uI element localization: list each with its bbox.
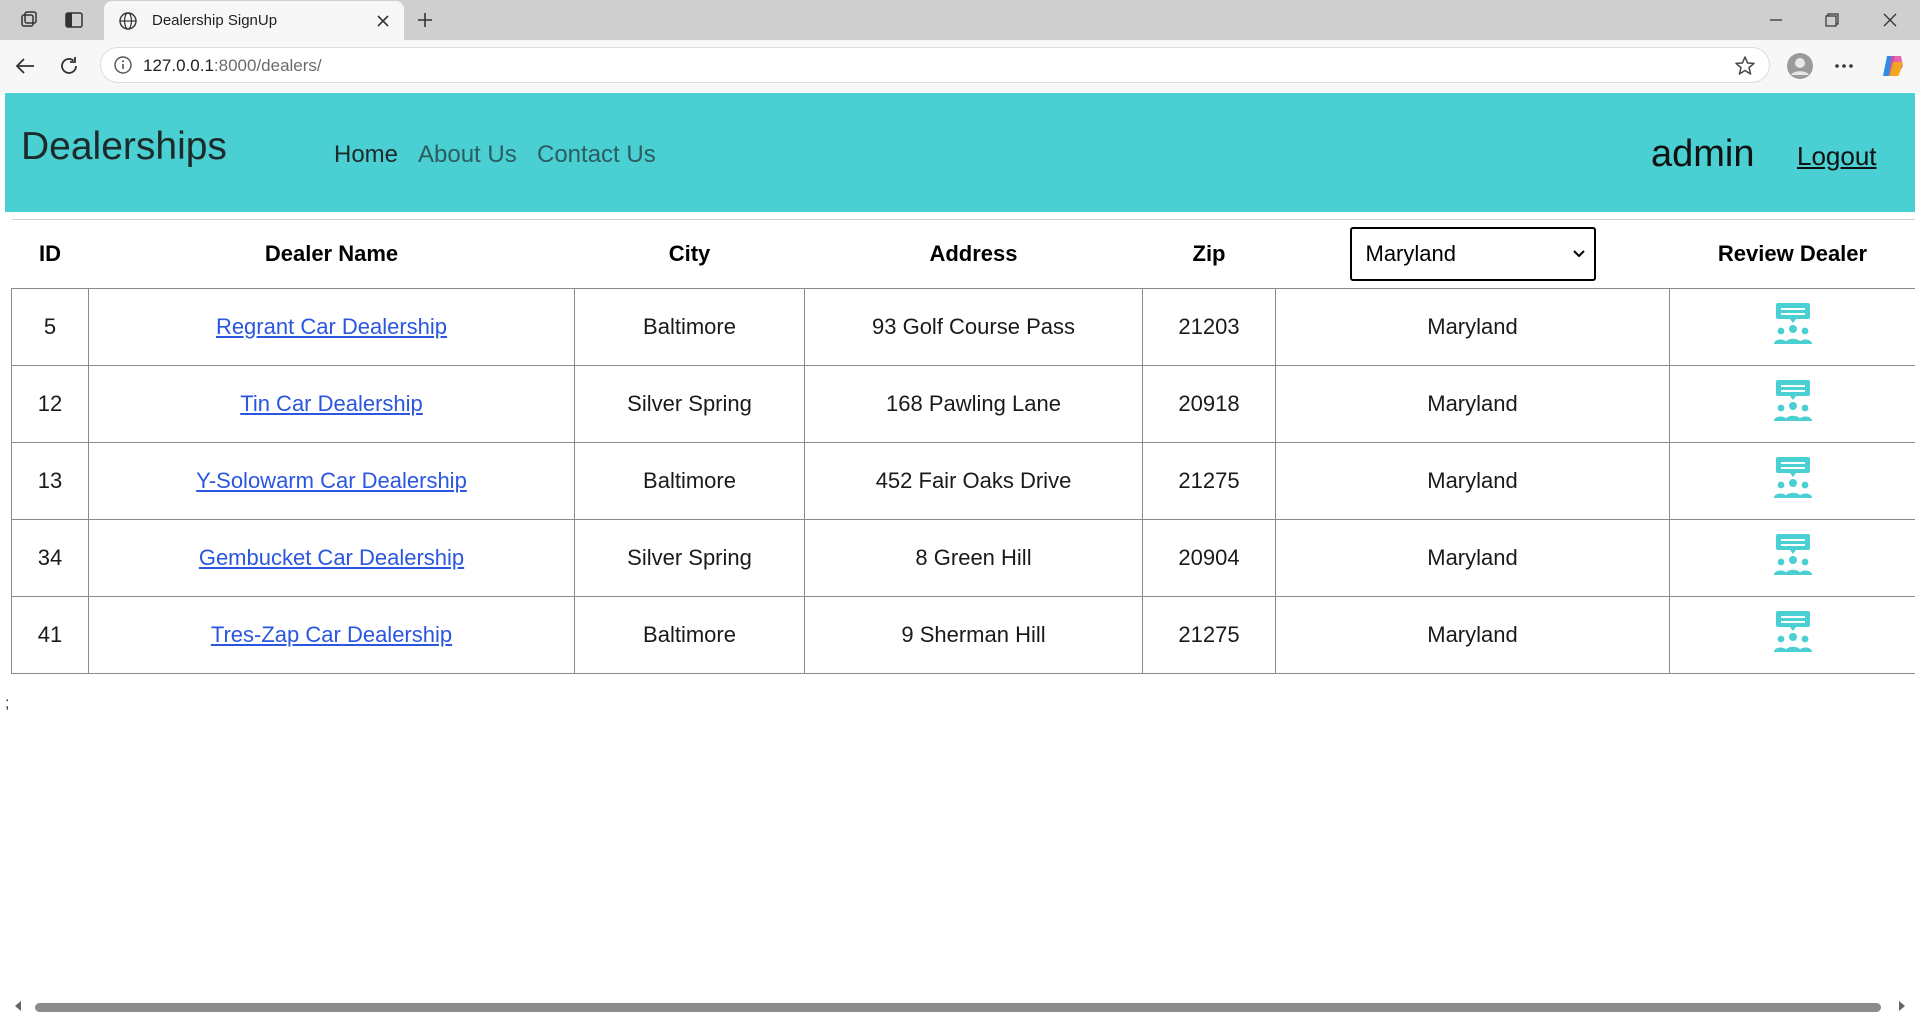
state-filter-select[interactable]: Maryland — [1349, 227, 1596, 281]
active-tab[interactable]: Dealership SignUp — [104, 1, 404, 40]
cell-id: 34 — [11, 519, 89, 597]
header-review-dealer: Review Dealer — [1669, 219, 1915, 289]
browser-tab-bar: Dealership SignUp — [0, 0, 1920, 40]
review-people-icon[interactable] — [1772, 302, 1814, 346]
cell-address: 452 Fair Oaks Drive — [804, 442, 1143, 520]
state-filter-value: Maryland — [1365, 241, 1456, 266]
review-people-icon[interactable] — [1772, 533, 1814, 577]
cell-address: 168 Pawling Lane — [804, 365, 1143, 443]
header-state-filter-cell: Maryland — [1275, 219, 1670, 289]
table-row: 13 Y-Solowarm Car Dealership Baltimore 4… — [11, 442, 1915, 520]
header-id: ID — [11, 219, 89, 289]
nav-about-link[interactable]: About Us — [418, 141, 517, 169]
url-path: :8000/dealers/ — [213, 56, 322, 75]
table-row: 12 Tin Car Dealership Silver Spring 168 … — [11, 365, 1915, 443]
scroll-right-arrow-icon[interactable] — [1897, 1000, 1907, 1012]
header-zip: Zip — [1142, 219, 1276, 289]
logout-link[interactable]: Logout — [1797, 141, 1877, 172]
cell-zip: 21203 — [1142, 288, 1276, 366]
address-bar[interactable]: 127.0.0.1:8000/dealers/ — [100, 47, 1770, 83]
dealer-link[interactable]: Tres-Zap Car Dealership — [211, 622, 452, 647]
header-city: City — [574, 219, 805, 289]
more-options-icon[interactable] — [1827, 49, 1861, 83]
cell-id: 12 — [11, 365, 89, 443]
review-people-icon[interactable] — [1772, 379, 1814, 423]
cell-city: Baltimore — [574, 596, 805, 674]
cell-state: Maryland — [1275, 365, 1670, 443]
scroll-left-arrow-icon[interactable] — [13, 1000, 23, 1012]
minimize-icon[interactable] — [1748, 0, 1804, 40]
cell-review — [1669, 442, 1915, 520]
close-window-icon[interactable] — [1862, 0, 1918, 40]
vertical-tabs-icon[interactable] — [58, 6, 90, 34]
site-info-icon[interactable] — [113, 55, 133, 75]
reload-icon[interactable] — [52, 49, 86, 83]
horizontal-scrollbar[interactable] — [5, 997, 1915, 1015]
chevron-down-icon — [1572, 250, 1585, 258]
cell-state: Maryland — [1275, 288, 1670, 366]
cell-zip: 21275 — [1142, 596, 1276, 674]
nav-home-link[interactable]: Home — [334, 141, 398, 169]
cell-state: Maryland — [1275, 442, 1670, 520]
cell-dealer-name: Regrant Car Dealership — [88, 288, 575, 366]
dealer-link[interactable]: Gembucket Car Dealership — [199, 545, 464, 570]
dealer-link[interactable]: Regrant Car Dealership — [216, 314, 447, 339]
cell-address: 8 Green Hill — [804, 519, 1143, 597]
site-navbar: Dealerships Home About Us Contact Us adm… — [5, 93, 1915, 212]
cell-city: Baltimore — [574, 442, 805, 520]
stray-text: ; — [5, 695, 10, 712]
cell-dealer-name: Y-Solowarm Car Dealership — [88, 442, 575, 520]
favorite-star-icon[interactable] — [1733, 54, 1757, 78]
cell-review — [1669, 288, 1915, 366]
cell-review — [1669, 596, 1915, 674]
dealers-table: ID Dealer Name City Address Zip Maryland… — [11, 219, 1915, 674]
cell-zip: 20904 — [1142, 519, 1276, 597]
cell-review — [1669, 365, 1915, 443]
cell-review — [1669, 519, 1915, 597]
dealer-link[interactable]: Tin Car Dealership — [240, 391, 423, 416]
table-row: 34 Gembucket Car Dealership Silver Sprin… — [11, 519, 1915, 597]
workspaces-icon[interactable] — [14, 6, 46, 34]
review-people-icon[interactable] — [1772, 456, 1814, 500]
dealer-link[interactable]: Y-Solowarm Car Dealership — [196, 468, 467, 493]
tab-title: Dealership SignUp — [152, 12, 278, 29]
cell-zip: 20918 — [1142, 365, 1276, 443]
globe-icon — [118, 10, 140, 32]
cell-address: 93 Golf Course Pass — [804, 288, 1143, 366]
cell-dealer-name: Gembucket Car Dealership — [88, 519, 575, 597]
nav-contact-link[interactable]: Contact Us — [537, 141, 656, 169]
cell-city: Silver Spring — [574, 365, 805, 443]
table-row: 41 Tres-Zap Car Dealership Baltimore 9 S… — [11, 596, 1915, 674]
url-text: 127.0.0.1:8000/dealers/ — [143, 56, 322, 76]
cell-dealer-name: Tres-Zap Car Dealership — [88, 596, 575, 674]
close-tab-icon[interactable] — [368, 6, 398, 36]
back-arrow-icon[interactable] — [8, 49, 42, 83]
cell-address: 9 Sherman Hill — [804, 596, 1143, 674]
scrollbar-thumb[interactable] — [35, 1003, 1881, 1012]
new-tab-icon[interactable] — [410, 6, 440, 34]
restore-icon[interactable] — [1804, 0, 1860, 40]
cell-state: Maryland — [1275, 519, 1670, 597]
cell-dealer-name: Tin Car Dealership — [88, 365, 575, 443]
cell-zip: 21275 — [1142, 442, 1276, 520]
cell-city: Silver Spring — [574, 519, 805, 597]
header-dealer-name: Dealer Name — [88, 219, 575, 289]
table-header-row: ID Dealer Name City Address Zip Maryland… — [11, 219, 1915, 289]
cell-state: Maryland — [1275, 596, 1670, 674]
username-label: admin — [1651, 133, 1755, 175]
profile-avatar-icon[interactable] — [1783, 49, 1817, 83]
brand-title[interactable]: Dealerships — [21, 125, 227, 169]
cell-city: Baltimore — [574, 288, 805, 366]
table-row: 5 Regrant Car Dealership Baltimore 93 Go… — [11, 288, 1915, 366]
page-viewport: Dealerships Home About Us Contact Us adm… — [5, 93, 1915, 1005]
cell-id: 13 — [11, 442, 89, 520]
header-address: Address — [804, 219, 1143, 289]
browser-toolbar: 127.0.0.1:8000/dealers/ — [0, 40, 1920, 92]
url-host: 127.0.0.1 — [143, 56, 214, 75]
review-people-icon[interactable] — [1772, 610, 1814, 654]
cell-id: 41 — [11, 596, 89, 674]
cell-id: 5 — [11, 288, 89, 366]
copilot-icon[interactable] — [1876, 49, 1910, 83]
